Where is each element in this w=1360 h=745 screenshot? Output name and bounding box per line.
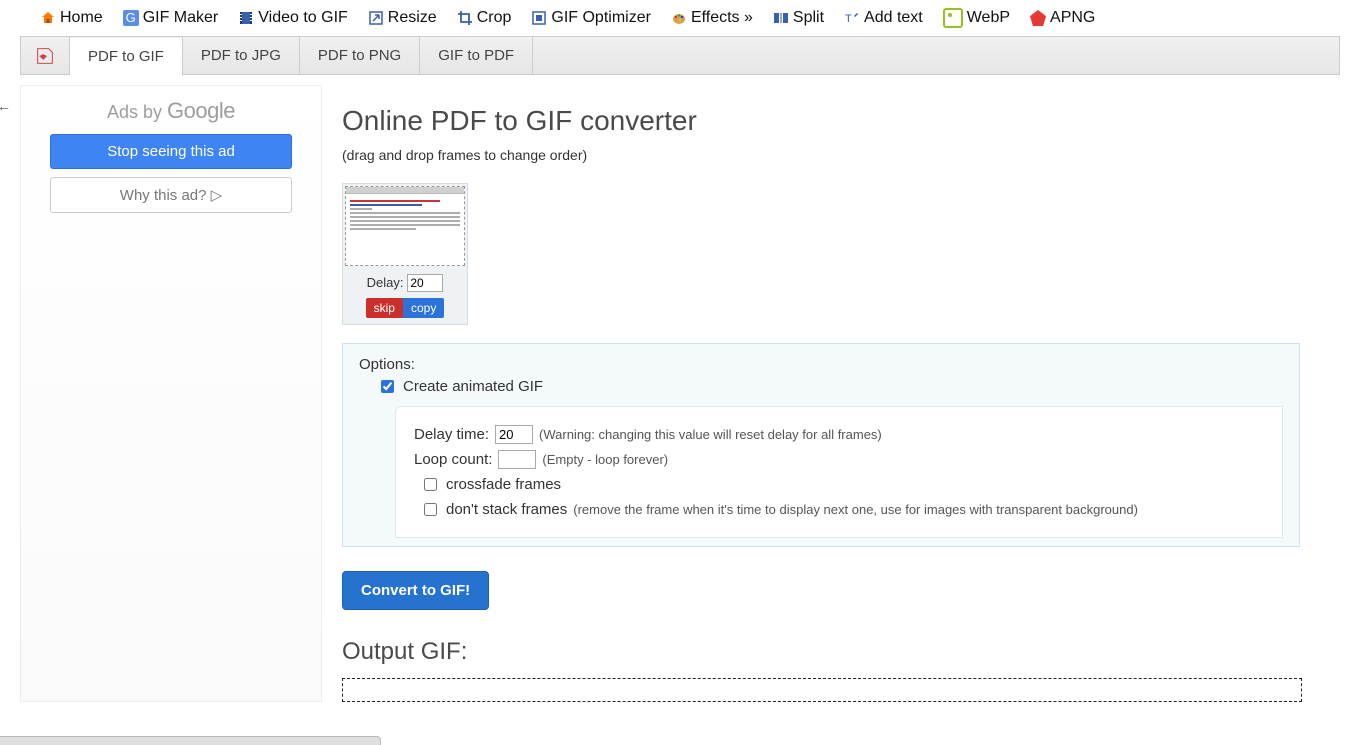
loop-count-input[interactable] [498,450,536,469]
nav-label: GIF Maker [143,9,219,27]
pdf-logo-icon [21,37,70,74]
google-logo-text: Google [167,98,235,123]
dont-stack-hint: (remove the frame when it's time to disp… [573,502,1138,517]
nav-apng[interactable]: APNG [1030,9,1095,27]
crossfade-label: crossfade frames [446,476,561,493]
dont-stack-option[interactable]: don't stack frames (remove the frame whe… [414,500,1264,519]
options-heading: Options: [359,356,1283,373]
addtext-icon: T [844,10,860,26]
optimizer-icon [531,10,547,26]
why-this-ad-label: Why this ad? ▷ [120,187,222,204]
convert-to-gif-button[interactable]: Convert to GIF! [342,571,489,610]
page-title: Online PDF to GIF converter [342,105,1300,137]
nav-label: Video to GIF [258,9,348,27]
nav-gif-maker[interactable]: G GIF Maker [123,9,219,27]
nav-label: Crop [477,9,512,27]
dont-stack-label: don't stack frames [446,501,567,518]
delay-time-input[interactable] [495,425,533,444]
browser-tab-stub [0,736,381,745]
svg-text:T: T [845,13,852,25]
back-arrow-icon[interactable]: ← [0,98,11,114]
delay-time-label: Delay time: [414,426,489,443]
ads-head-prefix: Ads by [107,102,167,122]
nav-label: Add text [864,9,923,27]
nav-webp[interactable]: WebP [943,8,1010,28]
dont-stack-checkbox[interactable] [424,503,437,516]
ads-by-google: Ads by Google [21,98,321,124]
nav-label: Home [60,9,103,27]
nav-home[interactable]: Home [40,9,103,27]
video-icon [238,10,254,26]
frame-delay-label: Delay: [367,275,404,290]
frame-copy-button[interactable]: copy [403,298,444,318]
create-animated-gif-option[interactable]: Create animated GIF [359,377,1283,396]
nav-label: WebP [967,9,1010,27]
resize-icon [368,10,384,26]
top-nav: Home G GIF Maker Video to GIF Resize Cro… [0,0,1360,36]
frame-skip-button[interactable]: skip [366,298,403,318]
delay-time-hint: (Warning: changing this value will reset… [539,427,882,442]
nav-label: GIF Optimizer [551,9,651,27]
nav-effects[interactable]: Effects » [671,9,753,27]
nav-label: APNG [1050,9,1095,27]
nav-split[interactable]: Split [773,9,824,27]
nav-resize[interactable]: Resize [368,9,437,27]
why-this-ad-button[interactable]: Why this ad? ▷ [50,177,292,213]
page-subtitle: (drag and drop frames to change order) [342,147,1300,163]
webp-icon [943,8,963,28]
loop-count-hint: (Empty - loop forever) [542,452,668,467]
output-gif-heading: Output GIF: [342,638,1300,666]
crossfade-option[interactable]: crossfade frames [414,475,1264,494]
crop-icon [457,10,473,26]
nav-label: Resize [388,9,437,27]
frame-delay-input[interactable] [407,274,443,292]
nav-label: Effects » [691,9,753,27]
sidebar-ads: ← Ads by Google Stop seeing this ad Why … [20,85,322,702]
create-animated-gif-label: Create animated GIF [403,378,543,395]
crossfade-checkbox[interactable] [424,478,437,491]
format-tabs: PDF to GIF PDF to JPG PDF to PNG GIF to … [70,37,533,74]
animated-gif-suboptions: Delay time: (Warning: changing this valu… [395,406,1283,538]
split-icon [773,10,789,26]
nav-label: Split [793,9,824,27]
tab-pdf-to-jpg[interactable]: PDF to JPG [183,37,300,74]
create-animated-gif-checkbox[interactable] [381,380,394,393]
gifmaker-icon: G [123,10,139,26]
nav-video-to-gif[interactable]: Video to GIF [238,9,348,27]
tab-gif-to-pdf[interactable]: GIF to PDF [420,37,533,74]
apng-icon [1030,10,1046,26]
tab-pdf-to-gif[interactable]: PDF to GIF [70,38,183,76]
effects-icon [671,10,687,26]
format-tab-row: PDF to GIF PDF to JPG PDF to PNG GIF to … [20,36,1340,75]
frame-thumbnail[interactable] [345,186,465,266]
home-icon [40,10,56,26]
loop-count-label: Loop count: [414,451,492,468]
nav-crop[interactable]: Crop [457,9,512,27]
stop-seeing-ad-button[interactable]: Stop seeing this ad [50,134,292,169]
nav-gif-optimizer[interactable]: GIF Optimizer [531,9,651,27]
frame-card[interactable]: Delay: skip copy [342,183,468,325]
options-panel: Options: Create animated GIF Delay time:… [342,343,1300,547]
nav-add-text[interactable]: T Add text [844,9,923,27]
main-content: Online PDF to GIF converter (drag and dr… [342,85,1340,702]
output-gif-dropzone[interactable] [342,678,1302,702]
tab-pdf-to-png[interactable]: PDF to PNG [300,37,420,74]
